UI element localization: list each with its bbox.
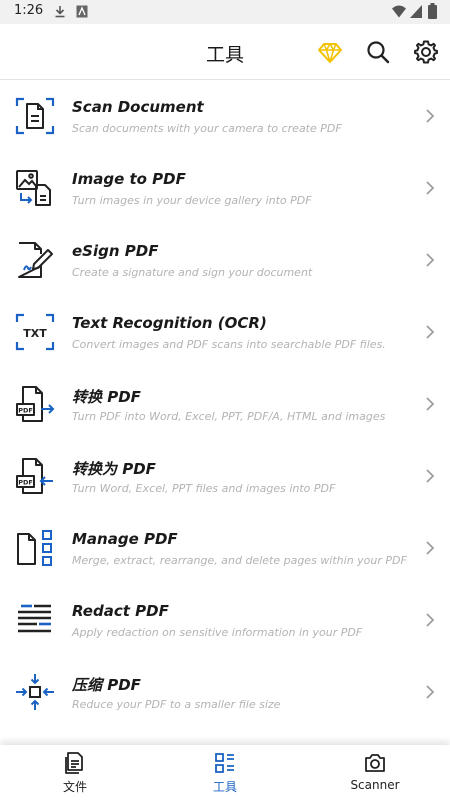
tool-description: Create a signature and sign your documen… <box>72 266 313 279</box>
svg-text:PDF: PDF <box>18 479 33 487</box>
scan-document-icon <box>15 97 55 135</box>
image-to-pdf-icon <box>16 170 51 206</box>
tool-title: 转换 PDF <box>72 388 141 406</box>
tool-list[interactable]: Scan Document Scan documents with your c… <box>0 80 450 745</box>
convert-from-pdf-icon: PDF <box>16 386 55 422</box>
chevron-right-icon <box>426 109 435 123</box>
app-notification-icon <box>76 5 88 18</box>
compress-icon <box>16 674 54 710</box>
tool-title: 转换为 PDF <box>72 460 156 478</box>
tool-description: Turn images in your device gallery into … <box>72 194 312 207</box>
nav-tab-scanner[interactable]: Scanner <box>300 745 450 800</box>
esign-icon <box>18 242 53 278</box>
nav-label-tools: 工具 <box>212 780 237 794</box>
nav-tab-files[interactable]: 文件 <box>0 745 150 800</box>
tool-title: Text Recognition (OCR) <box>72 314 267 332</box>
tool-item-manage-pdf[interactable]: Manage PDF Merge, extract, rearrange, an… <box>0 512 450 584</box>
files-icon <box>65 752 83 774</box>
tool-item-text-recognition[interactable]: TXT Text Recognition (OCR) Convert image… <box>0 296 450 368</box>
tool-item-compress-pdf[interactable]: 压缩 PDF Reduce your PDF to a smaller file… <box>0 656 450 728</box>
chevron-right-icon <box>426 253 435 267</box>
nav-tab-tools[interactable]: 工具 <box>150 745 300 800</box>
ocr-txt-icon: TXT <box>15 313 55 351</box>
chevron-right-icon <box>426 613 435 627</box>
tool-title: eSign PDF <box>72 242 159 260</box>
tool-description: Convert images and PDF scans into search… <box>72 338 386 351</box>
tool-title: Redact PDF <box>72 602 169 620</box>
camera-icon <box>365 754 385 772</box>
redact-icon <box>18 604 51 633</box>
tool-item-esign-pdf[interactable]: eSign PDF Create a signature and sign yo… <box>0 224 450 296</box>
tool-item-scan-document[interactable]: Scan Document Scan documents with your c… <box>0 80 450 152</box>
search-icon[interactable] <box>364 38 392 66</box>
chevron-right-icon <box>426 397 435 411</box>
nav-label-scanner: Scanner <box>350 778 400 792</box>
tool-title: Scan Document <box>72 98 204 116</box>
status-time: 1:26 <box>14 3 44 18</box>
tool-title: 压缩 PDF <box>72 676 141 694</box>
convert-to-pdf-icon: PDF <box>16 458 53 494</box>
battery-icon <box>428 3 437 19</box>
download-icon <box>55 6 65 18</box>
tool-title: Manage PDF <box>72 530 178 548</box>
signal-icon <box>410 5 422 18</box>
tool-title: Image to PDF <box>72 170 186 188</box>
bottom-navigation: 文件 工具 Scanner <box>0 745 450 800</box>
manage-pdf-icon <box>17 530 52 566</box>
wifi-icon <box>392 5 406 18</box>
tools-icon <box>215 753 234 773</box>
chevron-right-icon <box>426 541 435 555</box>
tool-description: Turn PDF into Word, Excel, PPT, PDF/A, H… <box>72 410 386 423</box>
tool-description: Turn Word, Excel, PPT files and images i… <box>72 482 336 495</box>
chevron-right-icon <box>426 469 435 483</box>
settings-gear-icon[interactable] <box>412 38 440 66</box>
tool-description: Apply redaction on sensitive information… <box>72 626 363 639</box>
chevron-right-icon <box>426 181 435 195</box>
tool-item-image-to-pdf[interactable]: Image to PDF Turn images in your device … <box>0 152 450 224</box>
status-bar: 1:26 <box>0 0 450 24</box>
chevron-right-icon <box>426 325 435 339</box>
svg-text:PDF: PDF <box>18 407 33 415</box>
tool-description: Merge, extract, rearrange, and delete pa… <box>72 554 407 567</box>
chevron-right-icon <box>426 685 435 699</box>
tool-description: Scan documents with your camera to creat… <box>72 122 342 135</box>
nav-label-files: 文件 <box>62 780 87 794</box>
tool-description: Reduce your PDF to a smaller file size <box>72 698 281 711</box>
tool-item-convert-from-pdf[interactable]: PDF 转换 PDF Turn PDF into Word, Excel, PP… <box>0 368 450 440</box>
tool-item-redact-pdf[interactable]: Redact PDF Apply redaction on sensitive … <box>0 584 450 656</box>
tool-item-convert-to-pdf[interactable]: PDF 转换为 PDF Turn Word, Excel, PPT files … <box>0 440 450 512</box>
app-bar: 工具 <box>0 24 450 80</box>
svg-text:TXT: TXT <box>23 327 47 340</box>
premium-diamond-icon[interactable] <box>316 38 344 66</box>
